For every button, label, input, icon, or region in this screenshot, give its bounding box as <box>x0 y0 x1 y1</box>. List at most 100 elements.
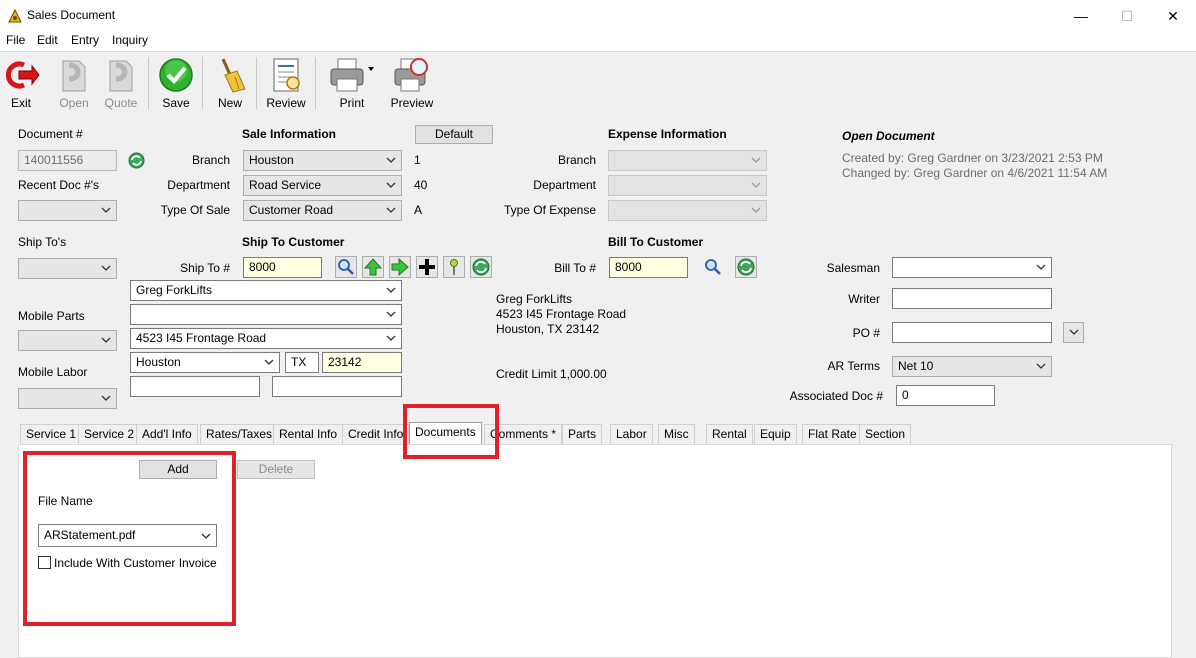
maximize-button[interactable]: ☐ <box>1104 4 1150 28</box>
open-button[interactable]: Open <box>49 55 99 113</box>
ship-to-address1-dropdown[interactable]: 4523 I45 Frontage Road <box>130 328 402 349</box>
mobile-labor-dropdown[interactable] <box>18 388 117 409</box>
expense-branch-dropdown[interactable] <box>608 150 767 171</box>
po-dropdown[interactable] <box>1063 322 1084 343</box>
type-of-expense-label: Type Of Expense <box>503 203 596 217</box>
ship-to-heading: Ship To Customer <box>242 235 345 249</box>
quote-icon <box>109 60 133 92</box>
bill-to-number-field[interactable]: 8000 <box>609 257 688 278</box>
move-right-button[interactable] <box>389 256 411 278</box>
salesman-dropdown[interactable] <box>892 257 1052 278</box>
po-number-field[interactable] <box>892 322 1052 343</box>
pin-button[interactable] <box>443 256 465 278</box>
chevron-down-icon <box>1036 363 1046 369</box>
minimize-button[interactable]: — <box>1058 4 1104 28</box>
branch-dropdown[interactable]: Houston <box>243 150 402 171</box>
toolbar-separator <box>256 57 257 109</box>
tab-rental-info[interactable]: Rental Info <box>273 424 344 444</box>
expense-department-label: Department <box>533 178 596 192</box>
ship-to-name-dropdown[interactable]: Greg ForkLifts <box>130 280 402 301</box>
ship-to-city: Houston <box>136 355 181 369</box>
type-of-expense-dropdown[interactable] <box>608 200 767 221</box>
chevron-down-icon <box>751 207 761 213</box>
print-button[interactable]: Print <box>327 55 377 113</box>
ship-to-refresh-button[interactable] <box>470 256 492 278</box>
save-button[interactable]: Save <box>151 55 201 113</box>
associated-doc-field[interactable]: 0 <box>896 385 995 406</box>
tab-rental[interactable]: Rental <box>706 424 753 444</box>
pin-icon <box>450 259 458 275</box>
ship-to-name: Greg ForkLifts <box>136 283 213 297</box>
printer-icon <box>330 58 374 92</box>
ship-to-extra2-field[interactable] <box>272 376 402 397</box>
toolbar-separator <box>202 57 203 109</box>
chevron-down-icon <box>101 337 111 343</box>
ship-to-zip-field[interactable]: 23142 <box>322 352 402 373</box>
tab-rates-taxes[interactable]: Rates/Taxes <box>200 424 279 444</box>
print-preview-icon <box>394 58 428 92</box>
plus-icon <box>419 259 435 275</box>
tab-parts[interactable]: Parts <box>562 424 603 444</box>
department-value: Road Service <box>249 178 322 192</box>
ship-to-search-button[interactable] <box>335 256 357 278</box>
ship-to-number-field[interactable]: 8000 <box>243 257 322 278</box>
add-ship-to-button[interactable] <box>416 256 438 278</box>
ship-to-state-field[interactable]: TX <box>285 352 319 373</box>
menu-edit[interactable]: Edit <box>37 33 58 47</box>
open-label: Open <box>59 96 89 110</box>
bill-to-refresh-button[interactable] <box>735 256 757 278</box>
chevron-down-icon <box>101 395 111 401</box>
writer-label: Writer <box>848 292 880 306</box>
tab-flat-rate[interactable]: Flat Rate <box>802 424 863 444</box>
chevron-down-icon <box>751 182 761 188</box>
recent-docs-dropdown[interactable] <box>18 200 117 221</box>
chevron-down-icon <box>386 287 396 293</box>
chevron-down-icon <box>386 182 396 188</box>
preview-button[interactable]: Preview <box>387 55 437 113</box>
default-button[interactable]: Default <box>415 125 493 144</box>
tab-addl-info[interactable]: Add'l Info <box>136 424 198 444</box>
tab-labor[interactable]: Labor <box>610 424 653 444</box>
move-up-button[interactable] <box>362 256 384 278</box>
chevron-down-icon <box>101 265 111 271</box>
mobile-labor-label: Mobile Labor <box>18 365 88 379</box>
chevron-down-icon <box>386 157 396 163</box>
quote-button[interactable]: Quote <box>96 55 146 113</box>
tab-credit-info[interactable]: Credit Info <box>342 424 410 444</box>
writer-field[interactable] <box>892 288 1052 309</box>
branch-label: Branch <box>191 153 230 167</box>
mobile-parts-dropdown[interactable] <box>18 330 117 351</box>
menu-inquiry[interactable]: Inquiry <box>112 33 148 47</box>
exit-label: Exit <box>10 96 31 110</box>
created-by-text: Created by: Greg Gardner on 3/23/2021 2:… <box>842 151 1103 165</box>
tab-section[interactable]: Section <box>859 424 912 444</box>
ship-to-address2-dropdown[interactable] <box>130 304 402 325</box>
ship-to-city-dropdown[interactable]: Houston <box>130 352 280 373</box>
exit-button[interactable]: Exit <box>0 55 46 113</box>
review-button[interactable]: Review <box>261 55 311 113</box>
ship-tos-dropdown[interactable] <box>18 258 117 279</box>
delete-document-button[interactable]: Delete <box>237 460 315 479</box>
ship-tos-label: Ship To's <box>18 235 67 249</box>
tab-service-1[interactable]: Service 1 <box>20 424 83 444</box>
tab-misc[interactable]: Misc <box>658 424 695 444</box>
tab-service-2[interactable]: Service 2 <box>78 424 141 444</box>
ar-terms-dropdown[interactable]: Net 10 <box>892 356 1052 377</box>
department-dropdown[interactable]: Road Service <box>243 175 402 196</box>
type-of-sale-dropdown[interactable]: Customer Road <box>243 200 402 221</box>
save-check-icon <box>159 58 193 92</box>
search-icon[interactable] <box>703 257 723 277</box>
expense-department-dropdown[interactable] <box>608 175 767 196</box>
document-number-field[interactable]: 140011556 <box>18 150 117 171</box>
broom-icon <box>221 58 246 93</box>
close-button[interactable]: ✕ <box>1150 4 1196 28</box>
chevron-down-icon <box>264 359 274 365</box>
type-of-sale-code: A <box>414 203 423 217</box>
ar-terms-value: Net 10 <box>898 359 934 373</box>
print-label: Print <box>339 96 365 110</box>
tab-equip[interactable]: Equip <box>754 424 797 444</box>
menu-entry[interactable]: Entry <box>71 33 99 47</box>
menu-file[interactable]: File <box>6 33 25 47</box>
ship-to-extra1-field[interactable] <box>130 376 260 397</box>
new-button[interactable]: New <box>205 55 255 113</box>
